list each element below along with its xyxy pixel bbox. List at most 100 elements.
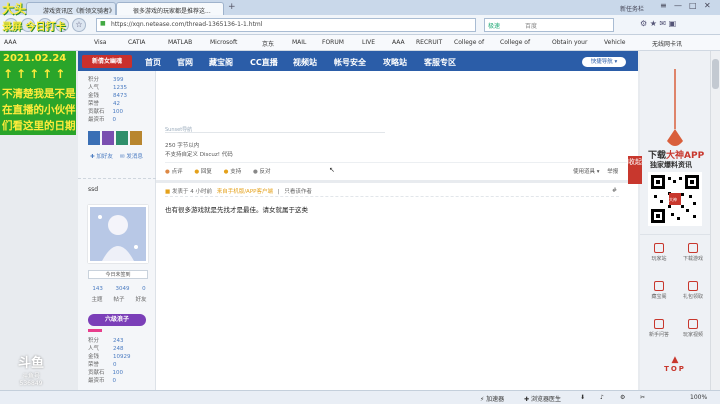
quick-nav-button[interactable]: 快捷导航 ▾ <box>582 57 626 67</box>
browser-tab[interactable]: 游戏资讯区《新领文骑者》 <box>26 2 116 15</box>
medal-icon[interactable] <box>116 131 128 145</box>
add-friend-button[interactable]: ✚ 加好友 <box>90 152 113 160</box>
nav-support[interactable]: 客服专区 <box>424 57 456 68</box>
browser-status-bar: ⚡ 加速器 ✚ 浏览器医生 ⬇ ♪ ⚙ ✂ 100% <box>0 390 720 404</box>
bookmark[interactable]: AAA <box>392 39 405 46</box>
count-value[interactable]: 3049 <box>115 286 129 292</box>
tool-gift[interactable]: 礼包领取 <box>676 277 710 313</box>
tool-player-site[interactable]: 玩家站 <box>642 239 676 275</box>
bookmark[interactable]: 无线网卡讯 <box>652 39 682 48</box>
nav-cc-live[interactable]: CC直播 <box>250 57 278 68</box>
site-logo[interactable]: 新倩女幽魂 <box>82 55 132 68</box>
bookmark[interactable]: Vehicle <box>604 39 625 46</box>
scrollbar-thumb[interactable] <box>712 59 719 89</box>
bookmark[interactable]: Visa <box>94 39 106 46</box>
bookmark[interactable]: CATIA <box>128 39 145 46</box>
screenshot-icon[interactable]: ✂ <box>640 394 645 401</box>
author-only-link[interactable]: 只看该作者 <box>284 189 312 195</box>
reply-button[interactable]: 回复 <box>201 169 212 175</box>
author-counts: 143 3049 0 主题 帖子 好友 <box>86 286 152 303</box>
reply-icon: ● <box>194 169 200 175</box>
back-to-top-button[interactable]: ▲ TOP <box>640 353 710 389</box>
search-engine-label: 极速 <box>488 23 501 30</box>
floor-number[interactable]: # <box>612 187 617 194</box>
bookmark[interactable]: LIVE <box>362 39 375 46</box>
question-icon <box>654 319 664 329</box>
close-button[interactable]: ✕ <box>704 1 711 10</box>
favorite-icon[interactable]: ☆ <box>72 18 86 32</box>
overlay-text-line: 不清楚我是不是 <box>2 88 76 100</box>
browser-doctor-status[interactable]: ✚ 浏览器医生 <box>524 394 561 403</box>
bookmark[interactable]: MAIL <box>292 39 306 46</box>
watermark-logo: 斗鱼 <box>17 356 44 371</box>
post-text: 不支持自定义 Discuz! 代码 <box>165 152 233 158</box>
stat-value: 0 <box>112 378 117 384</box>
post-time: 发表于 4 小时前 <box>171 189 212 195</box>
app-qr-code[interactable]: 大神 <box>648 172 702 226</box>
maximize-button[interactable]: □ <box>689 1 697 10</box>
tool-download-game[interactable]: 下载游戏 <box>676 239 710 275</box>
oppose-button[interactable]: 反对 <box>260 169 271 175</box>
count-value[interactable]: 0 <box>142 286 146 292</box>
signin-status[interactable]: 今日未签到 <box>88 270 148 279</box>
bookmark[interactable]: College of <box>454 39 484 46</box>
nav-home[interactable]: 首页 <box>145 57 161 68</box>
video-icon <box>688 319 698 329</box>
search-input[interactable]: 极速 百度 <box>484 18 614 32</box>
settings-icon[interactable]: ⚙ <box>620 394 625 401</box>
bookmark[interactable]: 京东 <box>262 39 274 48</box>
overlay-arrows: ↑↑↑↑↑ <box>3 67 69 81</box>
new-tab-button[interactable]: + <box>228 2 236 12</box>
accelerator-status[interactable]: ⚡ 加速器 <box>480 394 504 403</box>
count-value[interactable]: 143 <box>92 286 103 292</box>
medal-icon[interactable] <box>130 131 142 145</box>
download-status-icon[interactable]: ⬇ <box>580 394 585 401</box>
task-button[interactable]: 新任务栏 <box>620 4 644 13</box>
report-button[interactable]: 举报 <box>607 169 618 175</box>
bookmark[interactable]: RECRUIT <box>416 39 442 46</box>
sound-icon[interactable]: ♪ <box>600 394 604 401</box>
bookmark[interactable]: AAA <box>4 39 17 46</box>
send-message-button[interactable]: ✉ 发消息 <box>120 152 143 160</box>
comment-button[interactable]: 点评 <box>172 169 183 175</box>
medal-icon[interactable] <box>102 131 114 145</box>
nav-account-security[interactable]: 帐号安全 <box>334 57 366 68</box>
tool-newbie-qa[interactable]: 新手问答 <box>642 315 676 351</box>
url-text: https://xqn.netease.com/thread-1365136-1… <box>111 21 263 28</box>
tool-label: 藏宝阁 <box>651 294 667 300</box>
medal-row <box>88 131 148 147</box>
nav-treasure[interactable]: 藏宝阁 <box>209 57 233 68</box>
menu-button[interactable]: ≡ <box>660 1 667 10</box>
tool-treasure[interactable]: 藏宝阁 <box>642 277 676 313</box>
nav-video[interactable]: 视频站 <box>293 57 317 68</box>
extension-icons[interactable]: ⚙ ★ ✉ ▣ <box>640 19 676 28</box>
zoom-level[interactable]: 100% <box>690 394 707 401</box>
bookmark[interactable]: FORUM <box>322 39 344 46</box>
bookmark[interactable]: College of <box>500 39 530 46</box>
support-button[interactable]: 支持 <box>230 169 241 175</box>
bookmark[interactable]: MATLAB <box>168 39 192 46</box>
post-device-link[interactable]: 来自手机版/APP客户端 <box>217 189 273 195</box>
use-item-button[interactable]: 使用道具 <box>573 169 595 175</box>
author-username[interactable]: ssd <box>88 186 98 193</box>
medal-icon[interactable] <box>88 131 100 145</box>
avatar-image <box>90 207 146 261</box>
page-scrollbar[interactable] <box>710 51 720 390</box>
bookmark[interactable]: Microsoft <box>210 39 237 46</box>
tool-player-video[interactable]: 玩家视频 <box>676 315 710 351</box>
url-input[interactable]: ■ https://xqn.netease.com/thread-1365136… <box>96 18 476 32</box>
author-avatar[interactable] <box>88 205 148 263</box>
minimize-button[interactable]: — <box>674 1 682 10</box>
accelerator-label: 加速器 <box>486 396 505 403</box>
nav-guides[interactable]: 攻略站 <box>383 57 407 68</box>
tab-label: 游戏资讯区《新领文骑者》 <box>43 8 116 15</box>
post-body: 也有很多游戏就是先找才是最佳。请女就属于这类 <box>165 206 308 214</box>
collapse-panel-button[interactable]: 收起 <box>628 156 642 184</box>
online-icon: ■ <box>165 189 171 195</box>
douyu-watermark: 斗鱼 斗鱼号 536849 <box>10 352 52 390</box>
bookmark[interactable]: Obtain your <box>552 39 587 46</box>
nav-official[interactable]: 官网 <box>177 57 193 68</box>
search-placeholder: 百度 <box>525 23 538 30</box>
count-label: 帖子 <box>113 297 125 303</box>
browser-tab-active[interactable]: 很多游戏的玩家都是推荐这... <box>116 2 224 15</box>
